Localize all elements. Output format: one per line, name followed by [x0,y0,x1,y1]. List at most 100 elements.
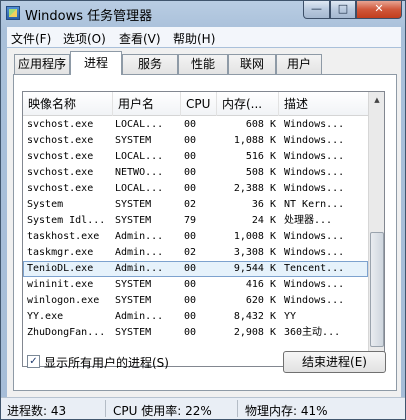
process-user: SYSTEM [115,327,152,338]
process-row[interactable]: svchost.exe LOCAL... 00 516 K Windows... [23,149,368,165]
end-process-button[interactable]: 结束进程(E) [283,351,386,373]
menu-options[interactable]: 选项(O) [63,30,106,47]
process-row[interactable]: System SYSTEM 02 36 K NT Kern... [23,197,368,213]
process-name: System Idl... [27,215,106,226]
column-cpu[interactable]: CPU [181,92,217,116]
process-description: Windows... [284,183,345,194]
process-user: SYSTEM [115,295,152,306]
process-name: svchost.exe [27,135,94,146]
window-title: Windows 任务管理器 [25,9,153,24]
process-cpu: 00 [184,279,197,290]
scroll-up-arrow-icon[interactable]: ▲ [369,92,384,109]
menu-file[interactable]: 文件(F) [11,30,51,47]
process-row[interactable]: winlogon.exe SYSTEM 00 620 K Windows... [23,293,368,309]
process-description: Windows... [284,279,345,290]
process-row[interactable]: YY.exe Admin... 00 8,432 K YY [23,309,368,325]
process-description: 360主动... [284,327,341,338]
process-memory: 24 K [251,215,276,226]
process-cpu: 00 [184,119,197,130]
vertical-scrollbar[interactable]: ▲ ▼ [368,92,384,366]
process-memory: 2,908 K [233,327,276,338]
process-name: taskmgr.exe [27,247,94,258]
process-row[interactable]: svchost.exe NETWO... 00 508 K Windows... [23,165,368,181]
tab-networking[interactable]: 联网 [228,54,276,74]
process-name: wininit.exe [27,279,94,290]
process-rows: svchost.exe LOCAL... 00 608 K Windows... svch… [23,117,368,341]
status-divider [105,400,106,417]
process-user: SYSTEM [115,135,152,146]
process-list[interactable]: 映像名称 用户名 CPU 内存(... 描述 svchost.exe LOCAL.… [22,91,385,367]
process-user: LOCAL... [115,151,164,162]
tab-users[interactable]: 用户 [276,54,322,74]
process-user: NETWO... [115,167,164,178]
tab-services[interactable]: 服务 [122,54,178,74]
process-cpu: 00 [184,183,197,194]
process-description: 处理器... [284,215,333,226]
process-row[interactable]: svchost.exe SYSTEM 00 1,088 K Windows... [23,133,368,149]
column-memory[interactable]: 内存(... [217,92,279,116]
title-bar[interactable]: Windows 任务管理器 — □ ✕ [1,1,405,25]
process-description: Windows... [284,295,345,306]
tab-applications[interactable]: 应用程序 [14,54,70,74]
show-all-users-label: 显示所有用户的进程(S) [44,356,169,370]
checkbox-check-icon[interactable]: ✓ [27,355,40,368]
process-memory: 508 K [245,167,276,178]
process-count: 进程数: 43 [7,404,67,418]
process-memory: 9,544 K [233,263,276,274]
column-image-name[interactable]: 映像名称 [23,92,113,116]
process-user: Admin... [115,231,164,242]
process-name: taskhost.exe [27,231,100,242]
process-row[interactable]: taskhost.exe Admin... 00 1,008 K Windows... [23,229,368,245]
column-user-name[interactable]: 用户名 [113,92,181,116]
tab-processes[interactable]: 进程 [70,51,122,75]
process-user: SYSTEM [115,199,152,210]
process-row[interactable]: wininit.exe SYSTEM 00 416 K Windows... [23,277,368,293]
process-cpu: 02 [184,247,197,258]
process-row[interactable]: ZhuDongFan... SYSTEM 00 2,908 K 360主动... [23,325,368,341]
process-user: SYSTEM [115,215,152,226]
process-user: LOCAL... [115,183,164,194]
process-name: winlogon.exe [27,295,100,306]
scroll-thumb[interactable] [370,232,384,347]
tab-performance[interactable]: 性能 [178,54,228,74]
process-cpu: 00 [184,151,197,162]
close-button[interactable]: ✕ [356,1,402,19]
process-cpu: 00 [184,135,197,146]
process-description: Windows... [284,167,345,178]
process-description: Windows... [284,231,345,242]
process-row[interactable]: svchost.exe LOCAL... 00 2,388 K Windows... [23,181,368,197]
process-description: NT Kern... [284,199,345,210]
process-memory: 3,308 K [233,247,276,258]
menu-bar: 文件(F) 选项(O) 查看(V) 帮助(H) [7,27,401,47]
process-cpu: 00 [184,231,197,242]
process-user: SYSTEM [115,279,152,290]
process-memory: 516 K [245,151,276,162]
process-row[interactable]: taskmgr.exe Admin... 02 3,308 K Windows... [23,245,368,261]
process-description: Windows... [284,119,345,130]
status-bar: 进程数: 43 CPU 使用率: 22% 物理内存: 41% [1,397,405,419]
task-manager-window: Windows 任务管理器 — □ ✕ 文件(F) 选项(O) 查看(V) 帮助… [0,0,406,420]
process-cpu: 00 [184,167,197,178]
process-name: TenioDL.exe [27,263,94,274]
column-description[interactable]: 描述 [279,92,368,116]
process-name: svchost.exe [27,167,94,178]
process-cpu: 79 [184,215,197,226]
process-description: Windows... [284,151,345,162]
process-memory: 1,008 K [233,231,276,242]
minimize-button[interactable]: — [303,1,330,19]
process-user: Admin... [115,263,164,274]
process-name: ZhuDongFan... [27,327,106,338]
process-name: svchost.exe [27,183,94,194]
process-cpu: 00 [184,263,197,274]
process-row[interactable]: System Idl... SYSTEM 79 24 K 处理器... [23,213,368,229]
menu-view[interactable]: 查看(V) [119,30,161,47]
process-row[interactable]: TenioDL.exe Admin... 00 9,544 K Tencent... [23,261,368,277]
process-row[interactable]: svchost.exe LOCAL... 00 608 K Windows... [23,117,368,133]
status-divider [237,400,238,417]
maximize-button[interactable]: □ [330,1,356,19]
process-description: Tencent... [284,263,345,274]
process-memory: 416 K [245,279,276,290]
menu-help[interactable]: 帮助(H) [173,30,215,47]
process-description: Windows... [284,247,345,258]
process-cpu: 02 [184,199,197,210]
